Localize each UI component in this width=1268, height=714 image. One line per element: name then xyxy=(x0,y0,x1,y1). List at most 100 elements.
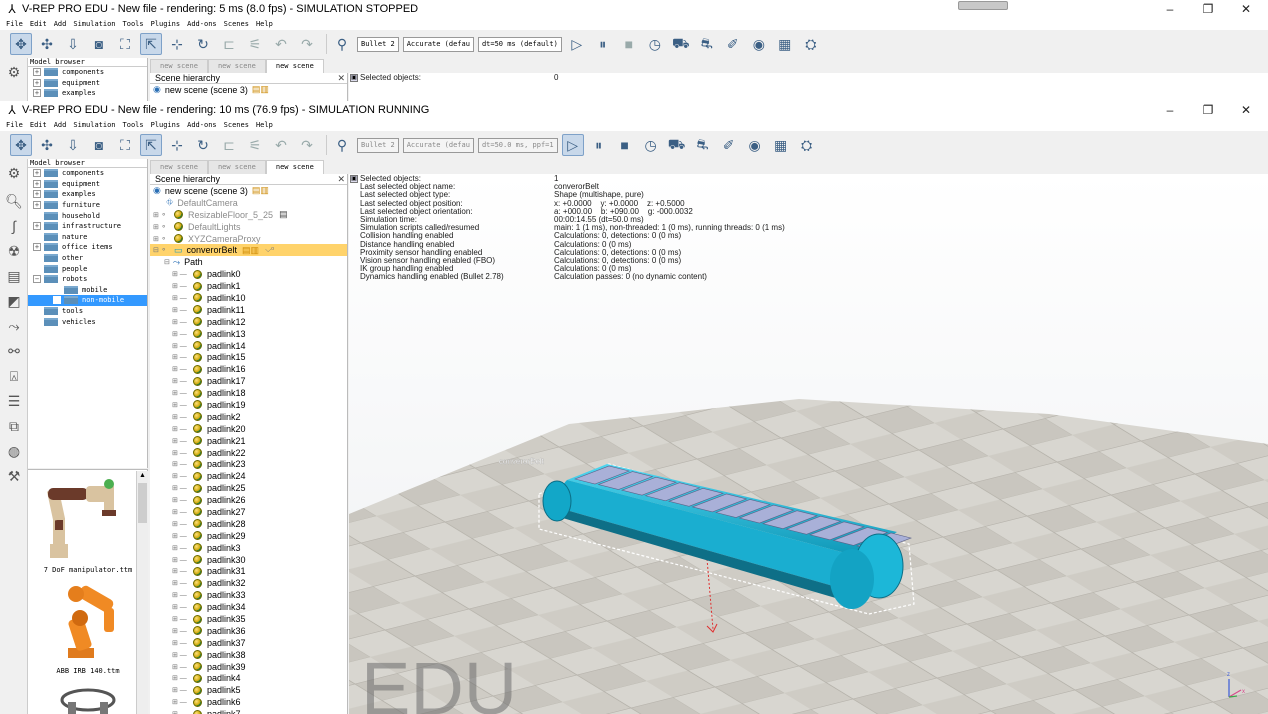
close-icon[interactable]: ✕ xyxy=(337,174,345,185)
hierarchy-item-padlink[interactable]: ⊞ — padlink18 xyxy=(150,387,347,399)
model-folder[interactable]: vehicles xyxy=(28,316,147,327)
undo-button[interactable]: ↶ xyxy=(270,134,292,156)
hierarchy-item-padlink[interactable]: ⊞ — padlink15 xyxy=(150,351,347,363)
camera-angle-button[interactable]: ◙ xyxy=(88,134,110,156)
hierarchy-item-padlink[interactable]: ⊞ — padlink34 xyxy=(150,601,347,613)
maximize-button[interactable]: ❐ xyxy=(1190,0,1226,18)
accuracy-select[interactable]: Accurate (defau xyxy=(402,36,474,52)
close-button[interactable]: ✕ xyxy=(1228,0,1264,18)
menu-simulation[interactable]: Simulation xyxy=(73,121,115,129)
hierarchy-item-padlink[interactable]: ⊞ — padlink19 xyxy=(150,399,347,411)
hierarchy-item-padlink[interactable]: ⊞ — padlink21 xyxy=(150,435,347,447)
transfer-dna-button[interactable]: ⚟ xyxy=(244,134,266,156)
close-button[interactable]: ✕ xyxy=(1228,101,1264,119)
hierarchy-item-padlink[interactable]: ⊞ — padlink1 xyxy=(150,280,347,292)
minimize-button[interactable]: – xyxy=(1152,0,1188,18)
object-rotate-button[interactable]: ↻ xyxy=(192,33,214,55)
hierarchy-item-padlink[interactable]: ⊞ —padlink7 xyxy=(150,708,347,714)
page-button[interactable]: ⛭ xyxy=(800,33,822,55)
tool-icon[interactable]: ⚒ xyxy=(3,465,25,487)
hierarchy-item-padlink[interactable]: ⊞ — padlink6 xyxy=(150,696,347,708)
play-button[interactable]: ▷ xyxy=(566,33,588,55)
visualization-button[interactable]: ◉ xyxy=(748,33,770,55)
camera-shift-button[interactable]: ⇩ xyxy=(62,134,84,156)
hierarchy-item-padlink[interactable]: ⊞ — padlink2 xyxy=(150,411,347,423)
hierarchy-item-padlink[interactable]: ⊞ — padlink0 xyxy=(150,268,347,280)
realtime-button[interactable]: ◷ xyxy=(644,33,666,55)
fit-view-button[interactable]: ⛶ xyxy=(114,33,136,55)
minimize-button[interactable]: – xyxy=(1152,101,1188,119)
settings-icon[interactable]: ⚙ xyxy=(3,61,25,83)
ik-icon[interactable]: ⍓ xyxy=(3,365,25,387)
menu-tools[interactable]: Tools xyxy=(123,20,144,28)
hierarchy-item-padlink[interactable]: ⊞ — padlink31 xyxy=(150,566,347,578)
model-folder[interactable]: − robots xyxy=(28,274,147,285)
hierarchy-item-padlink[interactable]: ⊞ — padlink26 xyxy=(150,494,347,506)
slow-button[interactable]: ⛟ xyxy=(670,33,692,55)
model-thumb-abb[interactable]: ABB IRB 140.ttm xyxy=(28,578,147,678)
hierarchy-item-padlink[interactable]: ⊞ — padlink4 xyxy=(150,673,347,685)
model-folder[interactable]: mobile xyxy=(28,285,147,296)
layers-icon[interactable]: ⧉ xyxy=(3,415,25,437)
menu-help[interactable]: Help xyxy=(256,20,273,28)
model-folder[interactable]: other xyxy=(28,253,147,264)
scene-root[interactable]: ◉ new scene (scene 3) ▤▥ xyxy=(150,84,347,96)
hierarchy-item-padlink[interactable]: ⊞ — padlink20 xyxy=(150,423,347,435)
click-select-button[interactable]: ⇱ xyxy=(140,33,162,55)
info-toggle-icon[interactable]: ▣ xyxy=(350,74,358,82)
hierarchy-item-selected[interactable]: ⊟ ⚬ ▭ converorBelt ▤▥ ⌵ᵒ xyxy=(150,244,347,257)
camera-pan-button[interactable]: ✥ xyxy=(10,134,32,156)
scene-button[interactable]: ▦ xyxy=(774,33,796,55)
hierarchy-item-padlink[interactable]: ⊞ — padlink27 xyxy=(150,506,347,518)
model-folder[interactable]: + examples xyxy=(28,189,147,200)
menu-add[interactable]: Add xyxy=(54,121,67,129)
info-toggle-icon[interactable]: ▣ xyxy=(350,175,358,183)
engine-select[interactable]: Bullet 2 xyxy=(357,36,399,52)
slow-button[interactable]: ⛟ xyxy=(666,134,688,156)
hierarchy-item-padlink[interactable]: ⊞ — padlink14 xyxy=(150,340,347,352)
fast-button[interactable]: ⛐ xyxy=(692,134,714,156)
fit-view-button[interactable]: ⛶ xyxy=(114,134,136,156)
model-thumb-partial[interactable] xyxy=(58,684,118,714)
menu-plugins[interactable]: Plugins xyxy=(151,20,181,28)
hierarchy-item-padlink[interactable]: ⊞ — padlink28 xyxy=(150,518,347,530)
tab-scene[interactable]: new scene xyxy=(207,160,266,174)
zoom-icon[interactable]: 🔍︎ xyxy=(3,190,25,212)
play-button[interactable]: ▷ xyxy=(561,134,584,156)
model-folder[interactable]: household xyxy=(28,210,147,221)
hierarchy-item[interactable]: ⊞ ⚬ ResizableFloor_5_25 ▤ xyxy=(150,209,347,221)
hierarchy-item[interactable]: ⊟ ⤳ Path xyxy=(150,256,347,268)
hierarchy-item-padlink[interactable]: ⊞ — padlink11 xyxy=(150,304,347,316)
visualization-button[interactable]: ◉ xyxy=(744,134,766,156)
camera-shift-button[interactable]: ⇩ xyxy=(62,33,84,55)
click-select-button[interactable]: ⇱ xyxy=(140,134,162,156)
hierarchy-item-padlink[interactable]: ⊞ — padlink38 xyxy=(150,649,347,661)
settings-icon[interactable]: ⚙ xyxy=(3,162,25,184)
accuracy-select[interactable]: Accurate (defau xyxy=(402,137,474,153)
hierarchy-item[interactable]: ⊞ ⚬ XYZCameraProxy xyxy=(150,233,347,245)
hierarchy-item-padlink[interactable]: ⊞ — padlink3 xyxy=(150,542,347,554)
menu-help[interactable]: Help xyxy=(256,121,273,129)
assembly-button[interactable]: ⊏ xyxy=(218,134,240,156)
engine-select[interactable]: Bullet 2 xyxy=(357,137,399,153)
stop-button[interactable]: ■ xyxy=(618,33,640,55)
globe-icon[interactable]: ◍ xyxy=(3,440,25,462)
hierarchy-item-padlink[interactable]: ⊞ — padlink17 xyxy=(150,375,347,387)
menu-addons[interactable]: Add-ons xyxy=(187,121,217,129)
calc-icon[interactable]: ☢ xyxy=(3,240,25,262)
menu-tools[interactable]: Tools xyxy=(123,121,144,129)
menu-scenes[interactable]: Scenes xyxy=(224,121,249,129)
hierarchy-item-padlink[interactable]: ⊞ — padlink10 xyxy=(150,292,347,304)
model-folder[interactable]: + infrastructure xyxy=(28,221,147,232)
model-folder[interactable]: + equipment xyxy=(28,179,147,190)
model-folder[interactable]: people xyxy=(28,263,147,274)
menu-file[interactable]: File xyxy=(6,121,23,129)
page-button[interactable]: ⛭ xyxy=(796,134,818,156)
model-folder[interactable]: + components xyxy=(28,168,147,179)
scene-button[interactable]: ▦ xyxy=(770,134,792,156)
joint-icon[interactable]: ⚯ xyxy=(3,340,25,362)
object-rotate-button[interactable]: ↻ xyxy=(192,134,214,156)
transfer-dna-button[interactable]: ⚟ xyxy=(244,33,266,55)
hierarchy-item-padlink[interactable]: ⊞ — padlink24 xyxy=(150,470,347,482)
model-folder[interactable]: + furniture xyxy=(28,200,147,211)
